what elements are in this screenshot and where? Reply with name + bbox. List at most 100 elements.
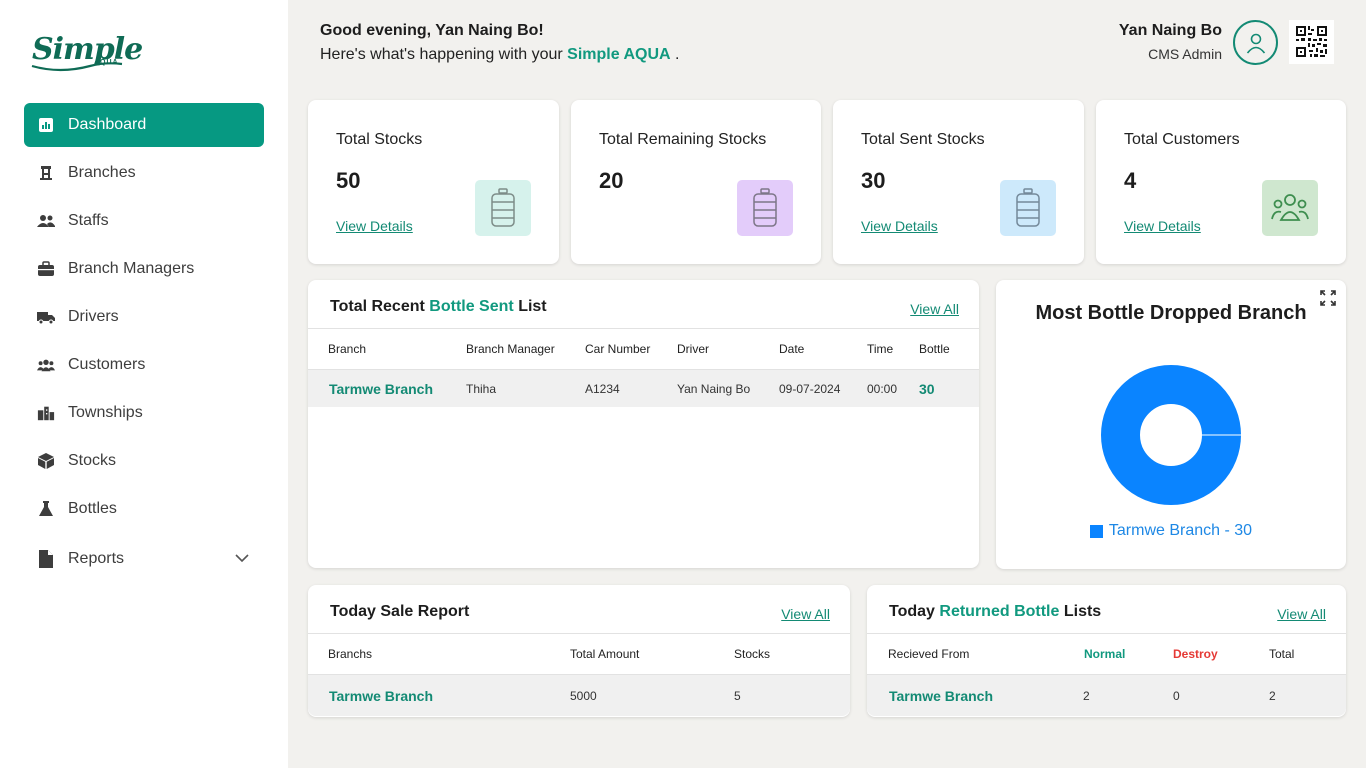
title-part: List	[518, 298, 547, 315]
table-header: Branch Branch Manager Car Number Driver …	[308, 328, 979, 370]
sidebar-item-label: Townships	[68, 404, 143, 421]
view-all-link[interactable]: View All	[1277, 606, 1326, 622]
manager-cell: Thiha	[466, 381, 497, 396]
table-row[interactable]: Tarmwe Branch 5000 5	[308, 675, 850, 716]
column-header[interactable]: Date	[779, 329, 804, 369]
chart-legend[interactable]: Tarmwe Branch - 30	[996, 522, 1346, 540]
sidebar-item-label: Staffs	[68, 212, 109, 229]
water-bottle-icon	[753, 188, 777, 227]
simple-aqua-logo[interactable]: Simple AQUA	[30, 28, 143, 74]
table-row[interactable]: Tarmwe Branch 2 0 2	[867, 675, 1346, 716]
stat-value: 20	[599, 168, 624, 193]
user-name: Yan Naing Bo	[1118, 22, 1222, 39]
sidebar-item-stocks[interactable]: Stocks	[24, 439, 264, 483]
sidebar-item-staffs[interactable]: Staffs	[24, 199, 264, 243]
column-header[interactable]: Time	[867, 329, 893, 369]
sidebar-nav: Dashboard Branches Staffs Branch Manager…	[24, 103, 264, 585]
title-highlight: Returned Bottle	[939, 603, 1060, 620]
column-header-normal[interactable]: Normal	[1084, 634, 1125, 674]
most-dropped-chart-panel: Most Bottle Dropped Branch Tarmwe Branch…	[996, 280, 1346, 569]
avatar[interactable]	[1233, 20, 1278, 65]
sidebar-item-label: Dashboard	[68, 116, 147, 133]
stat-label: Total Remaining Stocks	[599, 131, 767, 148]
stat-icon-box	[1000, 180, 1056, 236]
sidebar-item-reports[interactable]: Reports	[24, 537, 264, 581]
date-cell: 09-07-2024	[779, 381, 841, 396]
sidebar-item-customers[interactable]: Customers	[24, 343, 264, 387]
file-icon	[37, 550, 55, 568]
panel-title: Total Recent Bottle Sent List	[330, 298, 547, 316]
column-header[interactable]: Total Amount	[570, 634, 639, 674]
subline-prefix: Here's what's happening with your	[320, 46, 563, 63]
column-header[interactable]: Driver	[677, 329, 709, 369]
subline-brand: Simple AQUA	[567, 46, 671, 63]
panel-title: Today Sale Report	[330, 603, 470, 620]
city-icon	[37, 404, 55, 422]
flask-icon	[37, 500, 55, 518]
sidebar-item-label: Reports	[68, 550, 125, 567]
table-row[interactable]: Tarmwe Branch Thiha A1234 Yan Naing Bo 0…	[308, 370, 979, 407]
water-bottle-icon	[1016, 188, 1040, 227]
users-icon	[37, 212, 55, 230]
sidebar-item-drivers[interactable]: Drivers	[24, 295, 264, 339]
table-header: Branchs Total Amount Stocks	[308, 633, 850, 675]
sidebar-item-dashboard[interactable]: Dashboard	[24, 103, 264, 147]
stocks-cell: 5	[734, 688, 741, 703]
column-header[interactable]: Bottle	[919, 329, 950, 369]
received-from-cell[interactable]: Tarmwe Branch	[889, 675, 993, 716]
greeting-subline: Here's what's happening with your Simple…	[320, 46, 679, 64]
view-details-link[interactable]: View Details	[336, 218, 413, 234]
column-header[interactable]: Car Number	[585, 329, 650, 369]
view-all-link[interactable]: View All	[781, 606, 830, 622]
stat-card-total-stocks: Total Stocks 50 View Details	[308, 100, 559, 264]
total-cell: 2	[1269, 688, 1276, 703]
recent-bottle-sent-panel: Total Recent Bottle Sent List View All B…	[308, 280, 979, 568]
view-all-link[interactable]: View All	[910, 301, 959, 317]
stat-icon-box	[737, 180, 793, 236]
sidebar-item-label: Customers	[68, 356, 146, 373]
stat-card-total-sent-stocks: Total Sent Stocks 30 View Details	[833, 100, 1084, 264]
legend-label: Tarmwe Branch - 30	[1108, 522, 1253, 539]
stat-label: Total Sent Stocks	[861, 131, 985, 148]
bottle-count-cell: 30	[919, 380, 935, 397]
legend-swatch	[1089, 524, 1103, 538]
table-header: Recieved From Normal Destroy Total	[867, 633, 1346, 675]
stat-label: Total Stocks	[336, 131, 423, 148]
driver-cell: Yan Naing Bo	[677, 381, 751, 396]
stat-card-total-customers: Total Customers 4 View Details	[1096, 100, 1346, 264]
branch-cell[interactable]: Tarmwe Branch	[329, 675, 433, 716]
sidebar-item-label: Branches	[68, 164, 136, 181]
returned-bottle-panel: Today Returned Bottle Lists View All Rec…	[867, 585, 1346, 717]
stat-label: Total Customers	[1124, 131, 1240, 148]
subline-suffix: .	[675, 46, 680, 63]
column-header[interactable]: Stocks	[734, 634, 770, 674]
title-highlight: Bottle Sent	[429, 298, 514, 315]
qr-code-icon[interactable]	[1289, 20, 1334, 64]
user-group-icon	[37, 356, 55, 374]
truck-icon	[37, 308, 55, 326]
sidebar-item-branch-managers[interactable]: Branch Managers	[24, 247, 264, 291]
column-header-destroy[interactable]: Destroy	[1173, 634, 1218, 674]
column-header[interactable]: Total	[1269, 634, 1294, 674]
stat-value: 50	[336, 168, 361, 193]
sidebar: Simple AQUA Dashboard Branches Staffs Br…	[0, 0, 288, 768]
sidebar-item-bottles[interactable]: Bottles	[24, 487, 264, 531]
column-header[interactable]: Branch	[328, 329, 366, 369]
chart-icon	[37, 116, 55, 134]
total-amount-cell: 5000	[570, 688, 597, 703]
sidebar-item-townships[interactable]: Townships	[24, 391, 264, 435]
stat-value: 30	[861, 168, 886, 193]
sidebar-item-branches[interactable]: Branches	[24, 151, 264, 195]
chevron-down-icon[interactable]	[234, 550, 250, 571]
view-details-link[interactable]: View Details	[861, 218, 938, 234]
title-part: Today	[889, 603, 935, 620]
today-sale-report-panel: Today Sale Report View All Branchs Total…	[308, 585, 850, 717]
column-header[interactable]: Recieved From	[888, 634, 969, 674]
stat-value: 4	[1124, 168, 1137, 193]
user-role: CMS Admin	[1148, 46, 1222, 62]
column-header[interactable]: Branchs	[328, 634, 372, 674]
column-header[interactable]: Branch Manager	[466, 329, 555, 369]
branch-cell[interactable]: Tarmwe Branch	[329, 370, 433, 407]
view-details-link[interactable]: View Details	[1124, 218, 1201, 234]
briefcase-icon	[37, 260, 55, 278]
